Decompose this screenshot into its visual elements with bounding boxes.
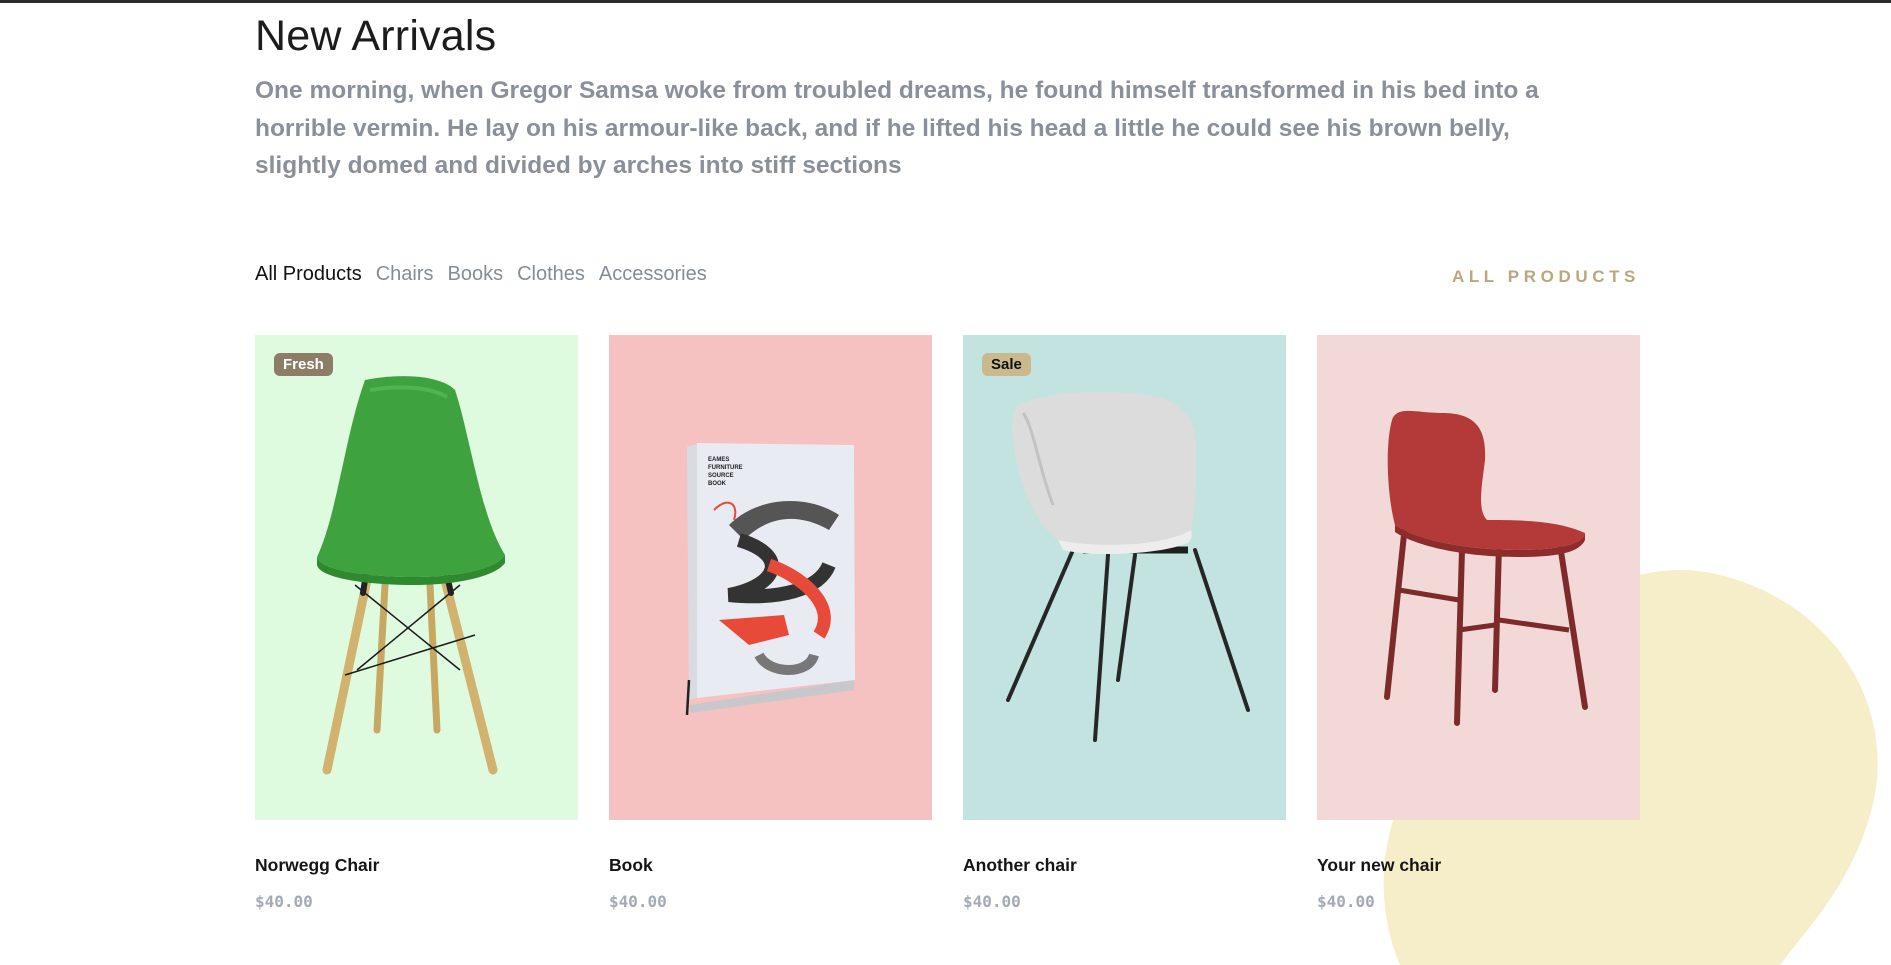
product-price: $40.00 xyxy=(1317,892,1375,911)
product-name[interactable]: Norwegg Chair xyxy=(255,855,379,876)
product-image-container[interactable]: Fresh xyxy=(255,335,578,820)
product-card-norwegg-chair[interactable]: Fresh Norwegg Chair $40.00 xyxy=(255,335,578,911)
red-chair-image xyxy=(1384,410,1588,726)
filter-tab-accessories[interactable]: Accessories xyxy=(599,263,707,286)
product-card-book[interactable]: EAMES FURNITURE SOURCE BOOK Book $40.00 xyxy=(609,335,932,911)
product-name[interactable]: Your new chair xyxy=(1317,855,1441,876)
product-card-another-chair[interactable]: Sale Another chair $40.00 xyxy=(963,335,1286,911)
svg-text:EAMES: EAMES xyxy=(708,457,729,463)
category-filter-tabs: All Products Chairs Books Clothes Access… xyxy=(255,263,707,286)
product-price: $40.00 xyxy=(609,892,667,911)
page-title: New Arrivals xyxy=(255,12,497,60)
filter-tab-clothes[interactable]: Clothes xyxy=(517,263,585,286)
badge-sale: Sale xyxy=(982,353,1031,376)
book-image: EAMES FURNITURE SOURCE BOOK xyxy=(685,443,855,716)
filter-tab-books[interactable]: Books xyxy=(448,263,504,286)
white-chair-image xyxy=(1006,392,1250,742)
svg-text:BOOK: BOOK xyxy=(708,481,727,487)
product-name[interactable]: Another chair xyxy=(963,855,1077,876)
badge-fresh: Fresh xyxy=(274,353,333,376)
product-name[interactable]: Book xyxy=(609,855,653,876)
filter-tab-all-products[interactable]: All Products xyxy=(255,263,362,286)
product-image-container[interactable] xyxy=(1317,335,1640,820)
product-price: $40.00 xyxy=(255,892,313,911)
green-chair-image xyxy=(317,376,505,775)
top-border xyxy=(0,0,1891,3)
product-image-container[interactable]: EAMES FURNITURE SOURCE BOOK xyxy=(609,335,932,820)
all-products-link[interactable]: ALL PRODUCTS xyxy=(1452,267,1640,287)
product-card-your-new-chair[interactable]: Your new chair $40.00 xyxy=(1317,335,1640,911)
product-price: $40.00 xyxy=(963,892,1021,911)
svg-text:SOURCE: SOURCE xyxy=(708,473,734,479)
svg-text:FURNITURE: FURNITURE xyxy=(708,465,743,471)
intro-text: One morning, when Gregor Samsa woke from… xyxy=(255,77,1539,179)
filter-tab-chairs[interactable]: Chairs xyxy=(376,263,434,286)
product-image-container[interactable]: Sale xyxy=(963,335,1286,820)
